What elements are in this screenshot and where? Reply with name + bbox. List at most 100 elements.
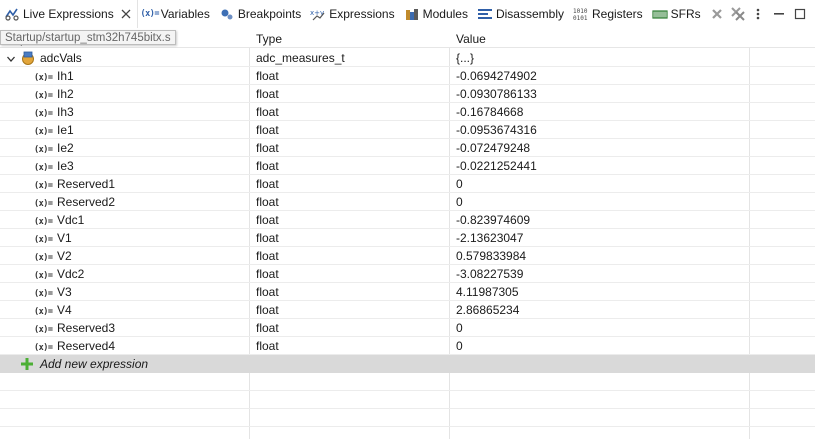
expression-value[interactable]: 0: [456, 337, 463, 355]
table-row[interactable]: (x)= Ih1 float -0.0694274902: [0, 67, 815, 85]
expression-name: Ih1: [57, 69, 74, 83]
expression-value[interactable]: -2.13623047: [456, 229, 523, 247]
expression-type: float: [256, 321, 279, 335]
tree-row-root[interactable]: adcVals adc_measures_t {...}: [0, 49, 815, 67]
add-new-expression-row[interactable]: Add new expression: [0, 355, 815, 373]
expression-value[interactable]: 0: [456, 175, 463, 193]
table-row[interactable]: (x)= Reserved1 float 0: [0, 175, 815, 193]
tab-label: SFRs: [670, 7, 701, 21]
expression-value[interactable]: 0: [456, 193, 463, 211]
view-menu-icon[interactable]: [749, 3, 768, 25]
expression-value[interactable]: {...}: [456, 49, 474, 67]
expression-name: Reserved4: [57, 339, 116, 353]
variable-icon-text: (x)=: [34, 109, 53, 119]
expression-type: float: [256, 159, 279, 173]
tab-disassembly[interactable]: Disassembly: [473, 0, 569, 28]
expression-value[interactable]: -0.0953674316: [456, 121, 537, 139]
expression-value[interactable]: 0: [456, 319, 463, 337]
tab-sfrs[interactable]: SFRs: [648, 0, 706, 28]
table-row[interactable]: (x)= Ie3 float -0.0221252441: [0, 157, 815, 175]
table-row[interactable]: (x)= Reserved2 float 0: [0, 193, 815, 211]
minimize-icon[interactable]: [770, 3, 789, 25]
chevron-down-icon[interactable]: [6, 53, 16, 63]
expression-name: Ih2: [57, 87, 74, 101]
empty-row: [0, 427, 815, 439]
table-row[interactable]: (x)= V3 float 4.11987305: [0, 283, 815, 301]
column-header-type[interactable]: Type: [250, 30, 449, 48]
expression-type: float: [256, 267, 279, 281]
variable-icon: (x)=: [34, 319, 53, 337]
tab-label: Disassembly: [495, 7, 564, 21]
variable-icon-text: (x)=: [34, 325, 53, 335]
variable-icon: (x)=: [34, 229, 53, 247]
table-row[interactable]: (x)= V4 float 2.86865234: [0, 301, 815, 319]
table-row[interactable]: (x)= Reserved3 float 0: [0, 319, 815, 337]
remove-icon[interactable]: [708, 3, 727, 25]
variable-icon-text: (x)=: [34, 181, 53, 191]
expression-value[interactable]: -0.072479248: [456, 139, 530, 157]
table-row[interactable]: (x)= Reserved4 float 0: [0, 337, 815, 355]
remove-all-icon[interactable]: [728, 3, 747, 25]
expression-type: float: [256, 195, 279, 209]
variable-icon: (x)=: [34, 247, 53, 265]
close-icon[interactable]: [120, 8, 132, 20]
column-header-value[interactable]: Value: [450, 30, 749, 48]
tab-breakpoints[interactable]: Breakpoints: [215, 0, 306, 28]
table-row[interactable]: (x)= V1 float -2.13623047: [0, 229, 815, 247]
expression-name: V2: [57, 249, 72, 263]
expression-value[interactable]: -0.0221252441: [456, 157, 537, 175]
expression-type: float: [256, 87, 279, 101]
expression-value[interactable]: -3.08227539: [456, 265, 523, 283]
expression-name: Reserved3: [57, 321, 116, 335]
expression-value[interactable]: -0.16784668: [456, 103, 523, 121]
tab-expressions[interactable]: x+y Expressions: [306, 0, 399, 28]
expression-value[interactable]: -0.0930786133: [456, 85, 537, 103]
expression-value[interactable]: 2.86865234: [456, 301, 519, 319]
expression-name: Reserved2: [57, 195, 116, 209]
tab-live-expressions[interactable]: Live Expressions: [0, 0, 138, 28]
table-row[interactable]: (x)= Ih2 float -0.0930786133: [0, 85, 815, 103]
expression-type: float: [256, 177, 279, 191]
expression-value[interactable]: -0.823974609: [456, 211, 530, 229]
expression-name: Ih3: [57, 105, 74, 119]
variable-icon-text: (x)=: [34, 217, 53, 227]
variable-icon: (x)=: [34, 157, 53, 175]
expression-value[interactable]: -0.0694274902: [456, 67, 537, 85]
table-row[interactable]: (x)= Ie2 float -0.072479248: [0, 139, 815, 157]
variable-icon-text: (x)=: [34, 307, 53, 317]
variable-icon-text: (x)=: [34, 289, 53, 299]
empty-row: [0, 409, 815, 427]
disassembly-icon: [477, 6, 493, 22]
table-row[interactable]: (x)= Ie1 float -0.0953674316: [0, 121, 815, 139]
variable-icon: (x)=: [34, 211, 53, 229]
variable-icon-text: (x)=: [34, 253, 53, 263]
registers-icon: 1010 0101: [573, 6, 589, 22]
expression-type: float: [256, 303, 279, 317]
variables-icon: (x)=: [140, 9, 159, 19]
variable-icon-text: (x)=: [34, 163, 53, 173]
tab-variables[interactable]: (x)= Variables: [138, 0, 215, 28]
table-row[interactable]: (x)= V2 float 0.579833984: [0, 247, 815, 265]
tab-label: Expressions: [329, 7, 395, 21]
tab-label: Breakpoints: [237, 7, 302, 21]
expression-value[interactable]: 0.579833984: [456, 247, 526, 265]
add-icon: [20, 357, 34, 371]
expression-type: float: [256, 231, 279, 245]
variable-icon: (x)=: [34, 139, 53, 157]
variable-icon: (x)=: [34, 175, 53, 193]
variable-icon-text: (x)=: [34, 91, 53, 101]
maximize-icon[interactable]: [790, 3, 809, 25]
table-row[interactable]: (x)= Vdc1 float -0.823974609: [0, 211, 815, 229]
expression-value[interactable]: 4.11987305: [456, 283, 519, 301]
table-row[interactable]: (x)= Vdc2 float -3.08227539: [0, 265, 815, 283]
add-new-expression-label[interactable]: Add new expression: [40, 355, 148, 373]
variable-icon-text: (x)=: [34, 127, 53, 137]
tab-registers[interactable]: 1010 0101 Registers: [569, 0, 648, 28]
expression-name: Vdc2: [57, 267, 85, 281]
live-expressions-icon: [4, 6, 20, 22]
struct-icon: [20, 50, 36, 66]
tab-modules[interactable]: Modules: [400, 0, 473, 28]
expression-type: float: [256, 69, 279, 83]
variable-icon: (x)=: [34, 121, 53, 139]
table-row[interactable]: (x)= Ih3 float -0.16784668: [0, 103, 815, 121]
